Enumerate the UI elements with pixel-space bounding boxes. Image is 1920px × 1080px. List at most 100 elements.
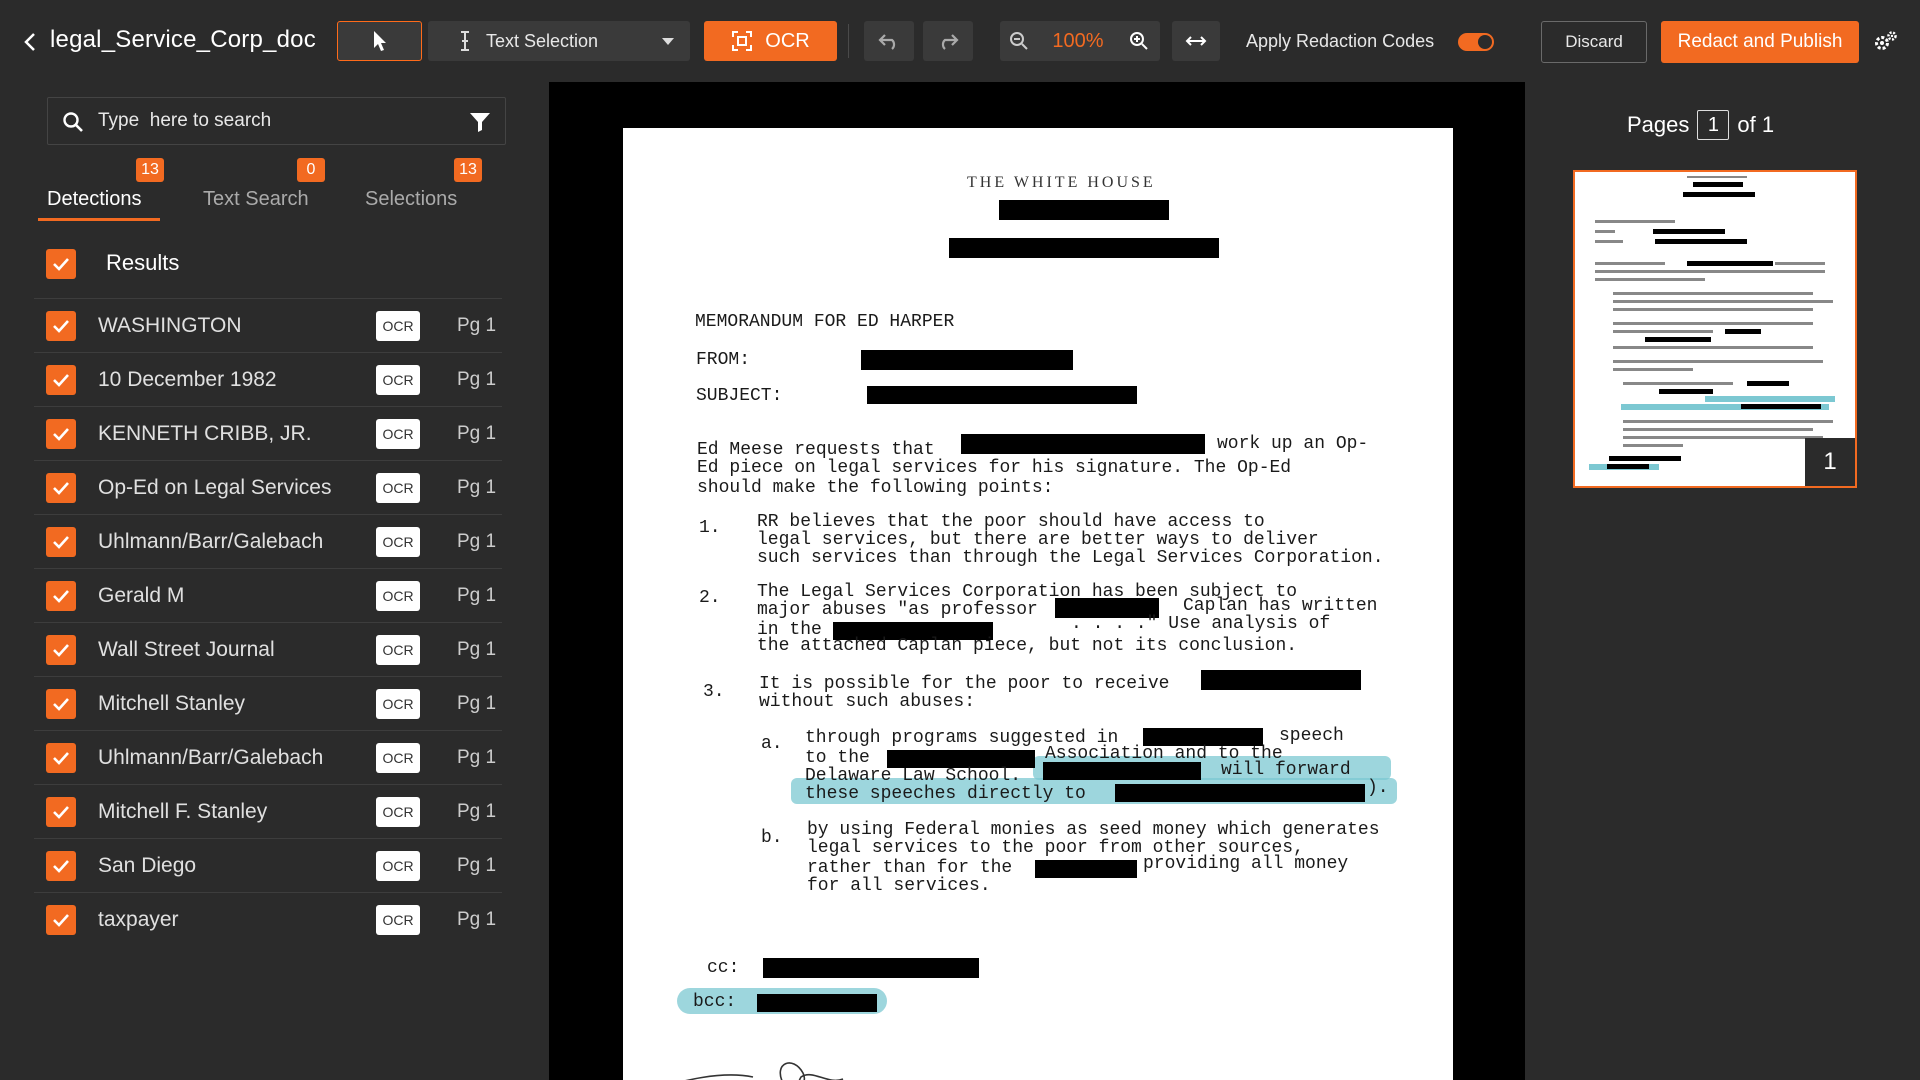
detection-checkbox[interactable] xyxy=(46,797,76,827)
doc-text: 1. xyxy=(699,518,721,538)
zoom-level[interactable]: 100% xyxy=(1038,21,1118,61)
detection-row[interactable]: taxpayer OCR Pg 1 xyxy=(34,893,502,947)
redaction-box[interactable] xyxy=(949,238,1219,258)
thumb-line xyxy=(1623,444,1683,447)
redaction-box[interactable] xyxy=(867,386,1137,404)
doc-cc-label: cc: xyxy=(707,958,740,978)
detection-page[interactable]: Pg 1 xyxy=(457,801,496,823)
pages-label: Pages xyxy=(1627,112,1690,137)
detection-page[interactable]: Pg 1 xyxy=(457,693,496,715)
detection-page[interactable]: Pg 1 xyxy=(457,855,496,877)
thumb-line xyxy=(1775,262,1825,265)
current-page-input[interactable]: 1 xyxy=(1697,110,1730,140)
redaction-box[interactable] xyxy=(861,350,1073,370)
thumb-line xyxy=(1595,262,1665,265)
pointer-tool-button[interactable] xyxy=(337,21,422,61)
selection-mode-value: Text Selection xyxy=(486,30,599,51)
detection-text: Mitchell Stanley xyxy=(98,692,246,715)
search-input[interactable] xyxy=(98,106,438,136)
undo-button[interactable] xyxy=(864,21,914,61)
doc-text: providing all money xyxy=(1143,854,1349,874)
detection-page[interactable]: Pg 1 xyxy=(457,747,496,769)
checkmark-icon xyxy=(53,860,69,873)
filter-icon[interactable] xyxy=(469,111,491,133)
discard-button[interactable]: Discard xyxy=(1541,21,1647,63)
redaction-box[interactable] xyxy=(1043,762,1201,780)
detection-checkbox[interactable] xyxy=(46,905,76,935)
back-arrow-icon[interactable] xyxy=(18,28,42,56)
detection-text: San Diego xyxy=(98,854,197,877)
detection-page[interactable]: Pg 1 xyxy=(457,315,496,337)
search-box xyxy=(47,97,506,145)
thumb-line xyxy=(1613,360,1823,363)
redaction-box[interactable] xyxy=(1201,670,1361,690)
checkmark-icon xyxy=(53,536,69,549)
detection-checkbox[interactable] xyxy=(46,635,76,665)
detection-row[interactable]: Uhlmann/Barr/Galebach OCR Pg 1 xyxy=(34,731,502,785)
apply-redaction-codes-toggle[interactable] xyxy=(1458,33,1494,51)
redo-button[interactable] xyxy=(923,21,973,61)
detection-checkbox[interactable] xyxy=(46,311,76,341)
detection-row[interactable]: Mitchell Stanley OCR Pg 1 xyxy=(34,677,502,731)
redaction-box[interactable] xyxy=(763,958,979,978)
detection-page[interactable]: Pg 1 xyxy=(457,369,496,391)
tab-text-search-label: Text Search xyxy=(203,188,309,210)
ocr-button[interactable]: OCR xyxy=(704,21,837,61)
detection-row[interactable]: 10 December 1982 OCR Pg 1 xyxy=(34,353,502,407)
doc-subject-label: SUBJECT: xyxy=(696,386,783,406)
detection-page[interactable]: Pg 1 xyxy=(457,477,496,499)
detection-checkbox[interactable] xyxy=(46,689,76,719)
ocr-source-tag: OCR xyxy=(376,365,420,395)
detection-row[interactable]: Op-Ed on Legal Services OCR Pg 1 xyxy=(34,461,502,515)
detection-row[interactable]: WASHINGTON OCR Pg 1 xyxy=(34,299,502,353)
detection-row[interactable]: KENNETH CRIBB, JR. OCR Pg 1 xyxy=(34,407,502,461)
top-toolbar: legal_Service_Corp_doc Text Selection OC… xyxy=(0,0,1920,82)
doc-text: rather than for the xyxy=(807,858,1013,878)
detection-row[interactable]: Wall Street Journal OCR Pg 1 xyxy=(34,623,502,677)
selection-mode-dropdown[interactable]: Text Selection xyxy=(428,21,690,61)
ocr-source-tag: OCR xyxy=(376,689,420,719)
ocr-source-tag: OCR xyxy=(376,311,420,341)
detection-row[interactable]: San Diego OCR Pg 1 xyxy=(34,839,502,893)
page-thumbnail[interactable]: 1 xyxy=(1573,170,1857,488)
gears-settings-icon[interactable] xyxy=(1872,28,1900,56)
checkmark-icon xyxy=(53,428,69,441)
redaction-box[interactable] xyxy=(1115,784,1365,802)
detection-page[interactable]: Pg 1 xyxy=(457,909,496,931)
document-viewer[interactable]: THE WHITE HOUSE MEMORANDUM FOR ED HARPER… xyxy=(549,82,1525,1080)
zoom-out-button[interactable] xyxy=(1000,21,1038,61)
zoom-in-button[interactable] xyxy=(1118,21,1160,61)
document-page[interactable]: THE WHITE HOUSE MEMORANDUM FOR ED HARPER… xyxy=(623,128,1453,1080)
detection-checkbox[interactable] xyxy=(46,419,76,449)
doc-text: these speeches directly to xyxy=(805,784,1086,804)
detection-checkbox[interactable] xyxy=(46,473,76,503)
detection-page[interactable]: Pg 1 xyxy=(457,531,496,553)
text-cursor-icon xyxy=(461,31,469,51)
redaction-box[interactable] xyxy=(961,434,1205,454)
checkmark-icon xyxy=(53,258,69,271)
fit-width-button[interactable] xyxy=(1172,21,1220,61)
detection-page[interactable]: Pg 1 xyxy=(457,585,496,607)
detection-row[interactable]: Uhlmann/Barr/Galebach OCR Pg 1 xyxy=(34,515,502,569)
thumb-line xyxy=(1623,382,1733,385)
checkmark-icon xyxy=(53,374,69,387)
detection-checkbox[interactable] xyxy=(46,365,76,395)
redaction-box[interactable] xyxy=(999,200,1169,220)
redaction-box[interactable] xyxy=(757,994,877,1012)
redaction-box[interactable] xyxy=(1035,860,1137,878)
detection-page[interactable]: Pg 1 xyxy=(457,423,496,445)
doc-text: such services than through the Legal Ser… xyxy=(757,548,1384,568)
thumb-redaction xyxy=(1645,337,1711,342)
detection-checkbox[interactable] xyxy=(46,527,76,557)
detection-checkbox[interactable] xyxy=(46,851,76,881)
doc-text: Ed Meese requests that xyxy=(697,440,935,460)
thumb-line xyxy=(1595,240,1623,243)
detection-row[interactable]: Gerald M OCR Pg 1 xyxy=(34,569,502,623)
results-select-all-checkbox[interactable] xyxy=(46,249,76,279)
redact-and-publish-button[interactable]: Redact and Publish xyxy=(1661,21,1859,63)
detection-row[interactable]: Mitchell F. Stanley OCR Pg 1 xyxy=(34,785,502,839)
ocr-source-tag: OCR xyxy=(376,635,420,665)
detection-checkbox[interactable] xyxy=(46,581,76,611)
detection-page[interactable]: Pg 1 xyxy=(457,639,496,661)
detection-checkbox[interactable] xyxy=(46,743,76,773)
